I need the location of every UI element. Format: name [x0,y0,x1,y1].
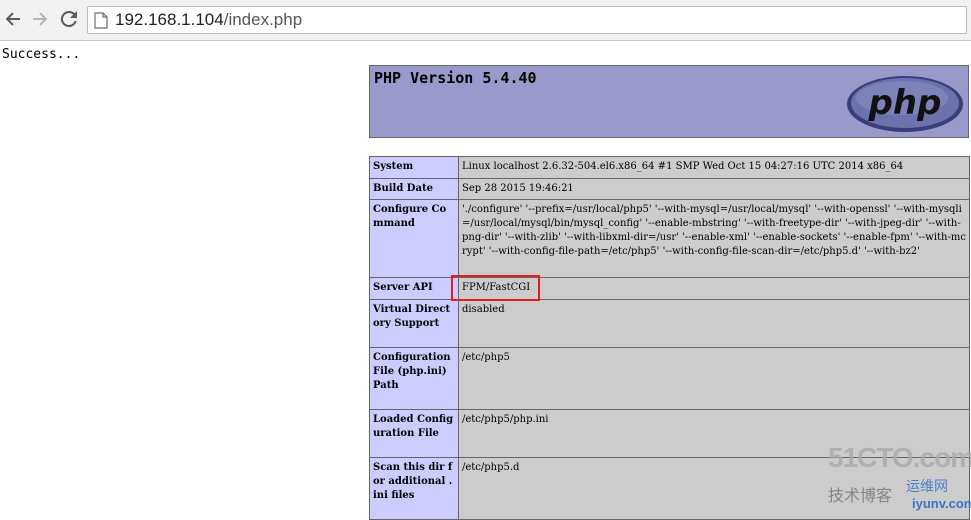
row-value: Sep 28 2015 19:46:21 [458,178,970,200]
watermark-yunwei: 运维网 [906,479,948,495]
php-version-title: PHP Version 5.4.40 [374,69,537,87]
reload-icon [60,10,77,27]
watermark-site: 51CTO.com [828,442,971,473]
table-row: Configuration File (php.ini) Path /etc/p… [369,347,970,410]
row-value: /etc/php5 [458,347,970,410]
success-message: Success... [2,47,81,62]
row-value: disabled [458,299,970,348]
row-value: Linux localhost 2.6.32-504.el6.x86_64 #1… [458,156,970,179]
table-row: Build Date Sep 28 2015 19:46:21 [369,178,970,200]
row-label: Loaded Configuration File [369,409,459,458]
row-label: System [369,156,459,179]
svg-text:php: php [868,83,942,123]
back-arrow-icon [5,12,20,26]
table-row: Configure Command './configure' '--prefi… [369,199,970,278]
php-info-header: PHP Version 5.4.40 php [369,65,969,138]
row-value: './configure' '--prefix=/usr/local/php5'… [458,199,970,278]
watermark-blog: 技术博客 [828,486,893,505]
url-host: 192.168.1.104 [115,10,224,29]
table-row: System Linux localhost 2.6.32-504.el6.x8… [369,156,970,179]
row-label: Configure Command [369,199,459,278]
watermark: 51CTO.com 技术博客 运维网 iyunv.com [826,440,971,519]
row-label: Build Date [369,178,459,200]
back-button[interactable] [0,6,26,32]
url-text: 192.168.1.104/index.php [115,10,302,30]
highlight-annotation-box [451,275,540,301]
reload-button[interactable] [56,6,82,32]
browser-toolbar: 192.168.1.104/index.php [0,0,971,41]
page-icon [94,12,108,29]
row-label: Configuration File (php.ini) Path [369,347,459,410]
address-bar[interactable]: 192.168.1.104/index.php [87,6,967,34]
url-path: /index.php [223,10,303,29]
forward-button[interactable] [27,6,53,32]
forward-arrow-icon [33,12,48,26]
php-logo: php [847,76,963,132]
watermark-domain: iyunv.com [912,496,971,511]
row-label: Server API [369,277,459,300]
table-row: Virtual Directory Support disabled [369,299,970,348]
row-label: Virtual Directory Support [369,299,459,348]
row-label: Scan this dir for additional .ini files [369,457,459,520]
